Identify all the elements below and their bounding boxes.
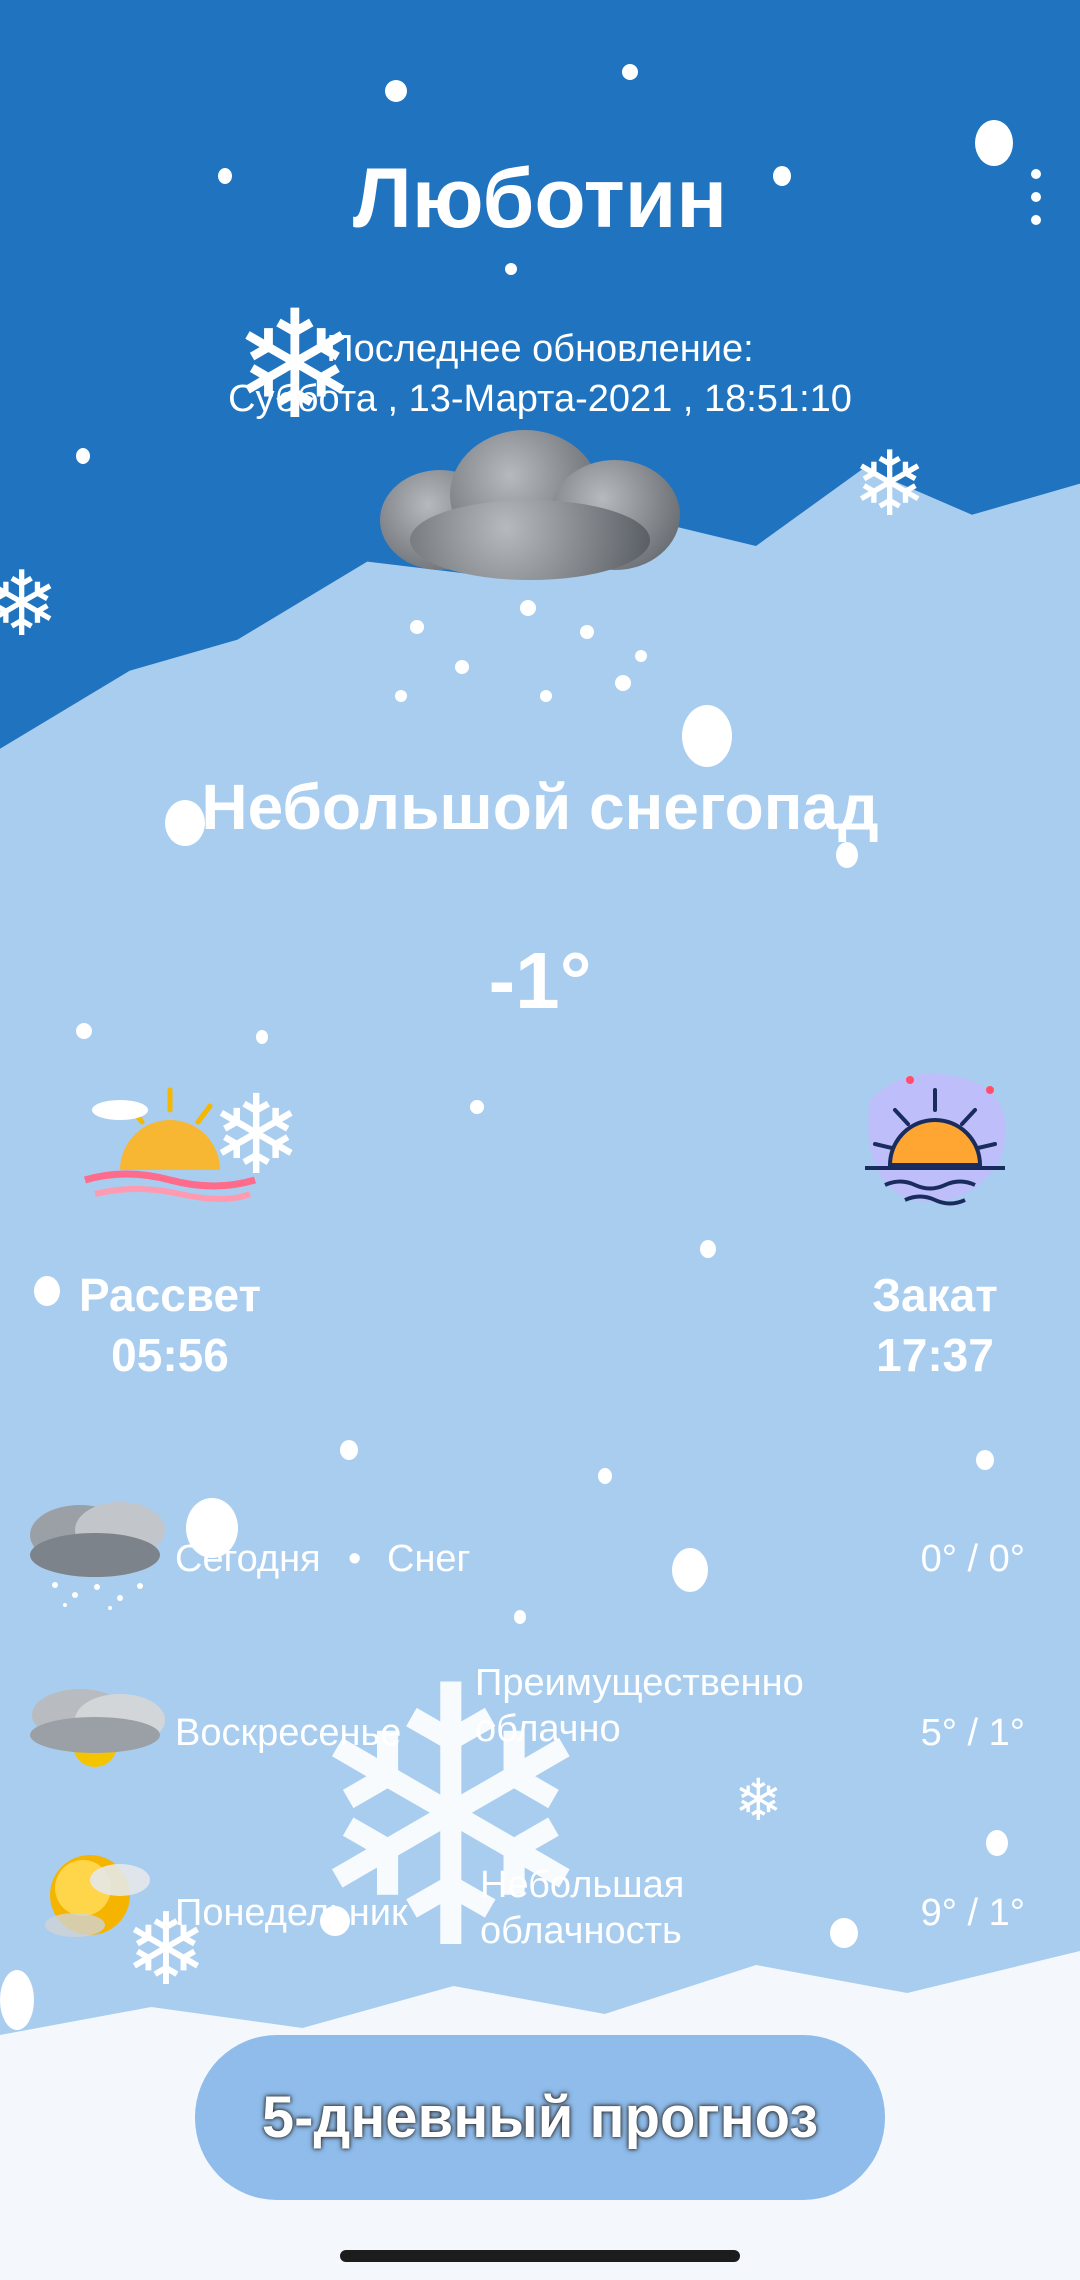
cloudy-sun-icon xyxy=(30,1689,165,1767)
forecast-temp: 0° / 0° xyxy=(920,1538,1025,1580)
sunrise-time: 05:56 xyxy=(111,1329,229,1381)
forecast-condition: Небольшая облачность xyxy=(480,1864,685,1952)
forecast-condition: Снег xyxy=(387,1538,471,1580)
home-indicator[interactable] xyxy=(340,2250,740,2262)
city-title: Люботин xyxy=(352,151,728,245)
forecast-temp: 5° / 1° xyxy=(920,1712,1025,1754)
forecast-temp: 9° / 1° xyxy=(920,1892,1025,1934)
sunset-icon xyxy=(865,1073,1006,1206)
partly-sunny-icon xyxy=(45,1855,150,1937)
current-temperature: -1° xyxy=(488,936,592,1025)
snow-cloud-icon xyxy=(370,420,700,590)
svg-text:❄: ❄ xyxy=(210,1078,300,1188)
forecast-day-sunday: Воскресенье xyxy=(175,1712,402,1754)
sunset-time: 17:37 xyxy=(876,1329,994,1381)
forecast-condition: Преимущественно облачно xyxy=(475,1662,804,1750)
last-update-value: Суббота , 13-Марта-2021 , 18:51:10 xyxy=(228,378,852,420)
sunrise-label: Рассвет xyxy=(78,1269,261,1321)
forecast-day-today: Сегодня xyxy=(175,1538,321,1580)
forecast-day-monday: Понедельник xyxy=(175,1892,408,1934)
last-update-label: Последнее обновление: xyxy=(326,328,754,370)
sunset-label: Закат xyxy=(872,1269,998,1321)
snow-cloud-icon xyxy=(30,1502,165,1610)
current-condition: Небольшой снегопад xyxy=(201,771,879,843)
five-day-forecast-button[interactable]: 5-дневный прогноз xyxy=(195,2035,885,2200)
snowflake-icon: ❄ xyxy=(210,1078,300,1188)
more-options-icon[interactable] xyxy=(1016,162,1056,232)
forecast-separator: • xyxy=(348,1538,362,1580)
